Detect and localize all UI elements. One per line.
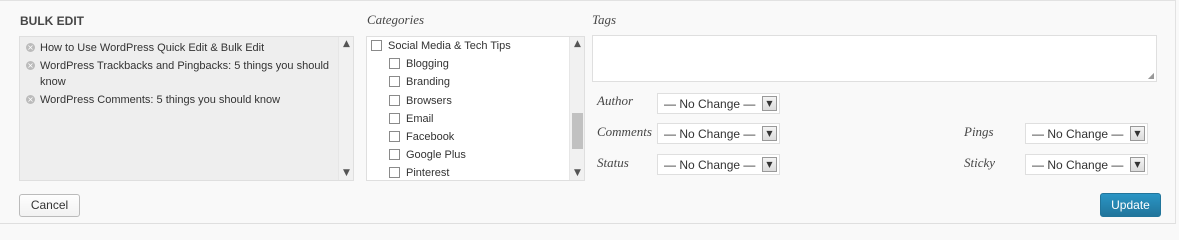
chevron-down-icon[interactable]: ▼ bbox=[762, 126, 777, 141]
category-checkbox[interactable] bbox=[389, 76, 400, 88]
category-label: Pinterest bbox=[406, 167, 450, 180]
status-select[interactable]: — No Change — ▼ bbox=[657, 154, 780, 175]
category-checkbox[interactable] bbox=[389, 58, 400, 70]
chevron-down-icon[interactable]: ▼ bbox=[762, 96, 777, 111]
bulk-edit-title: BULK EDIT bbox=[20, 14, 84, 28]
category-checkbox[interactable] bbox=[389, 167, 400, 179]
remove-circle-icon[interactable]: × bbox=[26, 43, 35, 52]
scroll-thumb[interactable] bbox=[572, 113, 583, 149]
sticky-select[interactable]: — No Change — ▼ bbox=[1025, 154, 1148, 175]
category-label: Social Media & Tech Tips bbox=[388, 40, 511, 52]
remove-circle-icon[interactable]: × bbox=[26, 61, 35, 70]
category-label: Email bbox=[406, 112, 434, 125]
post-list-item: × How to Use WordPress Quick Edit & Bulk … bbox=[26, 40, 337, 56]
comments-select-value: — No Change — bbox=[664, 127, 756, 141]
categories-checklist: Social Media & Tech Tips Blogging Branding… bbox=[366, 36, 585, 181]
resize-grip-icon[interactable]: ◢ bbox=[1148, 71, 1154, 80]
category-item[interactable]: Browsers bbox=[367, 92, 584, 110]
pings-label: Pings bbox=[964, 124, 994, 139]
category-item[interactable]: Branding bbox=[367, 73, 584, 91]
category-item[interactable]: Facebook bbox=[367, 128, 584, 146]
cancel-button[interactable]: Cancel bbox=[19, 194, 80, 217]
scroll-down-icon[interactable]: ▼ bbox=[339, 168, 353, 178]
bulk-edit-panel: BULK EDIT × How to Use WordPress Quick Ed… bbox=[0, 0, 1176, 224]
category-checkbox[interactable] bbox=[389, 94, 400, 106]
author-label: Author bbox=[597, 93, 634, 108]
category-checkbox[interactable] bbox=[389, 149, 400, 161]
category-checkbox[interactable] bbox=[371, 40, 382, 51]
categories-scrollbar[interactable]: ▲ ▼ bbox=[569, 37, 584, 180]
category-item[interactable]: Google Plus bbox=[367, 146, 584, 164]
post-title: WordPress Trackbacks and Pingbacks: 5 th… bbox=[40, 60, 330, 88]
post-list-item: × WordPress Comments: 5 things you should… bbox=[26, 92, 337, 108]
posts-scrollbar[interactable]: ▲ ▼ bbox=[338, 37, 353, 180]
categories-label: Categories bbox=[367, 12, 425, 27]
scroll-down-icon[interactable]: ▼ bbox=[570, 168, 584, 178]
sticky-select-value: — No Change — bbox=[1032, 158, 1124, 172]
category-label: Google Plus bbox=[406, 149, 466, 162]
category-item[interactable]: Pinterest bbox=[367, 164, 584, 180]
post-title: WordPress Comments: 5 things you should … bbox=[40, 94, 281, 106]
author-select-value: — No Change — bbox=[664, 97, 756, 111]
category-checkbox[interactable] bbox=[389, 112, 400, 124]
posts-list: × How to Use WordPress Quick Edit & Bulk … bbox=[20, 37, 353, 108]
scroll-up-icon[interactable]: ▲ bbox=[339, 39, 353, 49]
category-label: Blogging bbox=[406, 58, 449, 71]
category-label: Browsers bbox=[406, 94, 452, 107]
post-title: How to Use WordPress Quick Edit & Bulk E… bbox=[40, 42, 265, 54]
status-select-value: — No Change — bbox=[664, 158, 756, 172]
categories-list: Social Media & Tech Tips Blogging Branding… bbox=[367, 37, 584, 180]
post-list-item: × WordPress Trackbacks and Pingbacks: 5 t… bbox=[26, 58, 337, 90]
chevron-down-icon[interactable]: ▼ bbox=[1130, 157, 1145, 172]
sticky-label: Sticky bbox=[964, 155, 996, 170]
author-select[interactable]: — No Change — ▼ bbox=[657, 93, 780, 114]
comments-label: Comments bbox=[597, 124, 652, 139]
remove-circle-icon[interactable]: × bbox=[26, 95, 35, 104]
status-label: Status bbox=[597, 155, 629, 170]
chevron-down-icon[interactable]: ▼ bbox=[762, 157, 777, 172]
bulk-titles-list: × How to Use WordPress Quick Edit & Bulk … bbox=[19, 36, 354, 181]
pings-select[interactable]: — No Change — ▼ bbox=[1025, 123, 1148, 144]
category-checkbox[interactable] bbox=[389, 130, 400, 142]
tags-label: Tags bbox=[592, 12, 617, 27]
update-button[interactable]: Update bbox=[1100, 193, 1161, 217]
chevron-down-icon[interactable]: ▼ bbox=[1130, 126, 1145, 141]
category-label: Facebook bbox=[406, 130, 455, 143]
comments-select[interactable]: — No Change — ▼ bbox=[657, 123, 780, 144]
category-item[interactable]: Blogging bbox=[367, 55, 584, 73]
category-item[interactable]: Email bbox=[367, 110, 584, 128]
pings-select-value: — No Change — bbox=[1032, 127, 1124, 141]
tags-textarea[interactable]: ◢ bbox=[592, 35, 1157, 82]
category-label: Branding bbox=[406, 76, 451, 89]
category-item[interactable]: Social Media & Tech Tips bbox=[367, 37, 584, 55]
scroll-up-icon[interactable]: ▲ bbox=[570, 39, 584, 49]
